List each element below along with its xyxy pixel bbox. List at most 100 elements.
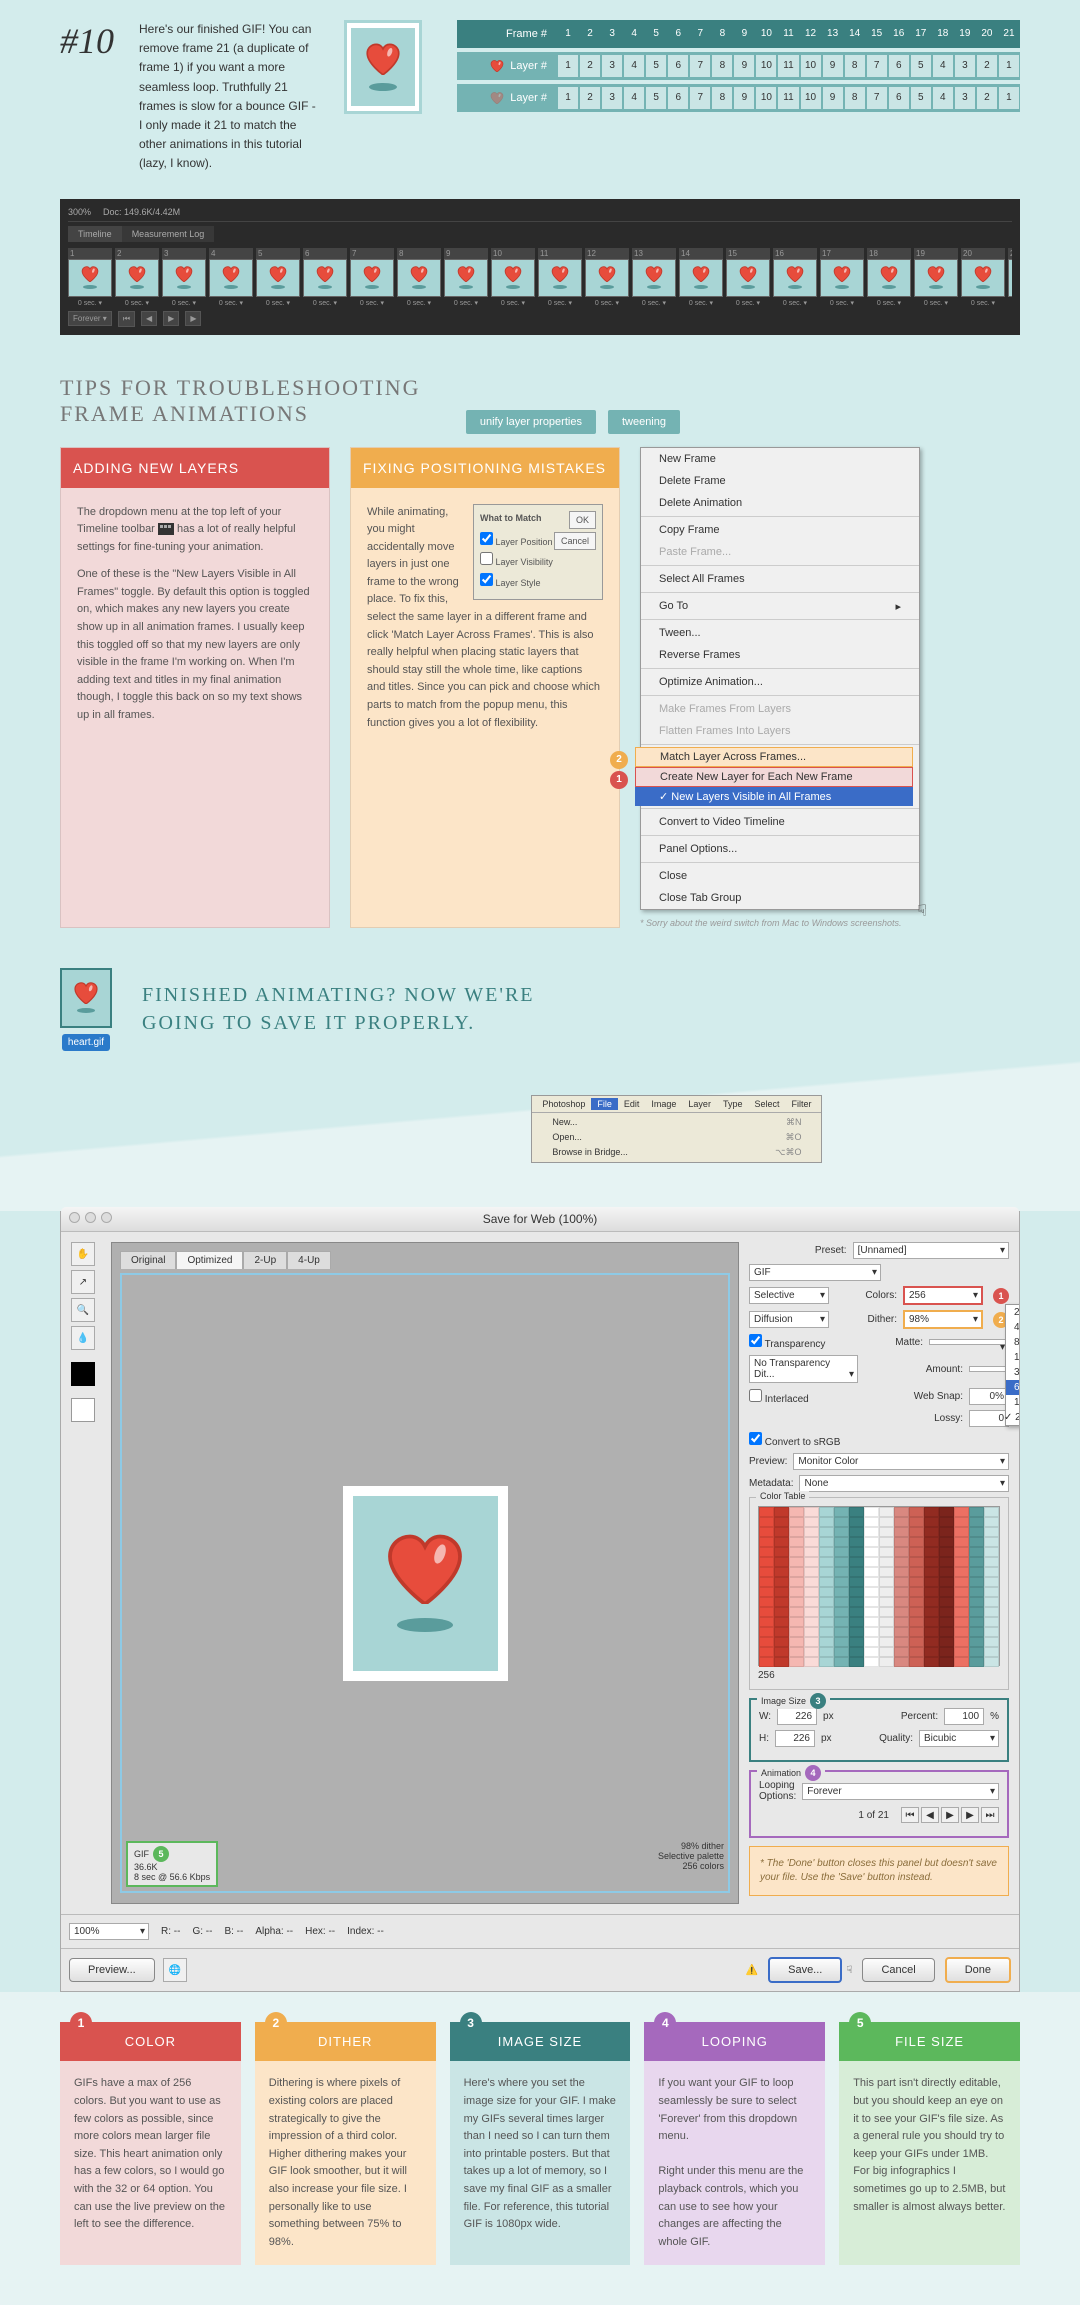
preview-button[interactable]: Preview...: [69, 1958, 155, 1982]
menu-item[interactable]: Select All Frames: [641, 568, 919, 590]
ok-button[interactable]: OK: [569, 511, 596, 529]
menu-item[interactable]: Convert to Video Timeline: [641, 811, 919, 833]
menu-item[interactable]: 1Create New Layer for Each New Frame: [635, 767, 913, 787]
preview-select[interactable]: Monitor Color: [793, 1453, 1009, 1470]
timeline-frame[interactable]: 170 sec. ▾: [820, 248, 864, 307]
menubar-item[interactable]: Image: [645, 1098, 682, 1110]
menubar-item[interactable]: Photoshop: [536, 1098, 591, 1110]
colors-option[interactable]: 128: [1006, 1395, 1020, 1410]
dither-input[interactable]: 98%: [903, 1310, 983, 1329]
loop-dropdown[interactable]: Forever ▾: [68, 311, 112, 326]
reduction-select[interactable]: Selective: [749, 1287, 829, 1304]
timeline-frame[interactable]: 210 sec. ▾: [1008, 248, 1012, 307]
matte-select[interactable]: [929, 1339, 1009, 1345]
next-frame-button[interactable]: ▶: [185, 311, 201, 326]
cancel-button[interactable]: Cancel: [554, 532, 596, 550]
layer-visibility-checkbox[interactable]: [480, 552, 493, 565]
menu-item[interactable]: New Frame: [641, 448, 919, 470]
timeline-frame[interactable]: 60 sec. ▾: [303, 248, 347, 307]
prev-frame-button[interactable]: ◀: [141, 311, 157, 326]
timeline-frame[interactable]: 180 sec. ▾: [867, 248, 911, 307]
menu-item[interactable]: 2Match Layer Across Frames...: [635, 747, 913, 767]
play-button[interactable]: ▶: [163, 311, 179, 326]
last-frame-button[interactable]: ⏭: [981, 1807, 999, 1823]
timeline-frame[interactable]: 100 sec. ▾: [491, 248, 535, 307]
tab-optimized[interactable]: Optimized: [176, 1251, 243, 1269]
colors-option[interactable]: 8: [1006, 1335, 1020, 1350]
interlaced-checkbox[interactable]: [749, 1389, 762, 1402]
colors-option[interactable]: 2: [1006, 1305, 1020, 1320]
colors-option[interactable]: 16: [1006, 1350, 1020, 1365]
timeline-frame[interactable]: 80 sec. ▾: [397, 248, 441, 307]
colors-option[interactable]: 64: [1006, 1380, 1020, 1395]
hand-tool[interactable]: ✋: [71, 1242, 95, 1266]
timeline-frame[interactable]: 70 sec. ▾: [350, 248, 394, 307]
timeline-frame[interactable]: 10 sec. ▾: [68, 248, 112, 307]
timeline-zoom[interactable]: 300%: [68, 207, 91, 217]
next-frame-button[interactable]: ▶: [961, 1807, 979, 1823]
menu-item[interactable]: Reverse Frames: [641, 644, 919, 666]
done-button[interactable]: Done: [945, 1957, 1011, 1983]
timeline-frame[interactable]: 30 sec. ▾: [162, 248, 206, 307]
height-input[interactable]: 226: [775, 1730, 815, 1747]
timeline-frame[interactable]: 140 sec. ▾: [679, 248, 723, 307]
tab-measurement-log[interactable]: Measurement Log: [122, 226, 215, 242]
layer-position-checkbox[interactable]: [480, 532, 493, 545]
menu-item[interactable]: Copy Frame: [641, 519, 919, 541]
timeline-frame[interactable]: 120 sec. ▾: [585, 248, 629, 307]
zoom-icon[interactable]: [101, 1212, 112, 1223]
format-select[interactable]: GIF: [749, 1264, 881, 1281]
trans-dither-select[interactable]: No Transparency Dit...: [749, 1355, 858, 1383]
menu-item[interactable]: Delete Animation: [641, 492, 919, 514]
menu-item[interactable]: Optimize Animation...: [641, 671, 919, 693]
foreground-swatch[interactable]: [71, 1362, 95, 1386]
save-button[interactable]: Save...: [768, 1957, 842, 1983]
menu-item[interactable]: Tween...: [641, 622, 919, 644]
timeline-frame[interactable]: 150 sec. ▾: [726, 248, 770, 307]
percent-input[interactable]: 100: [944, 1708, 984, 1725]
menubar-item[interactable]: Filter: [785, 1098, 817, 1110]
menu-item[interactable]: Paste Frame...: [641, 541, 919, 563]
looping-select[interactable]: Forever: [802, 1783, 999, 1800]
tab-4up[interactable]: 4-Up: [287, 1251, 331, 1269]
tab-original[interactable]: Original: [120, 1251, 176, 1269]
timeline-frame[interactable]: 160 sec. ▾: [773, 248, 817, 307]
timeline-frame[interactable]: 90 sec. ▾: [444, 248, 488, 307]
timeline-frame[interactable]: 40 sec. ▾: [209, 248, 253, 307]
menu-item[interactable]: New...⌘N: [532, 1115, 821, 1130]
play-button[interactable]: ▶: [941, 1807, 959, 1823]
menu-item[interactable]: Go To▸: [641, 595, 919, 617]
cancel-button[interactable]: Cancel: [862, 1958, 934, 1982]
menu-item[interactable]: Panel Options...: [641, 838, 919, 860]
menu-item[interactable]: Open...⌘O: [532, 1130, 821, 1145]
menu-item[interactable]: Make Frames From Layers: [641, 698, 919, 720]
zoom-tool[interactable]: 🔍: [71, 1298, 95, 1322]
footer-zoom[interactable]: 100%: [69, 1923, 149, 1940]
timeline-frame[interactable]: 190 sec. ▾: [914, 248, 958, 307]
colors-option[interactable]: 32: [1006, 1365, 1020, 1380]
menubar-item[interactable]: Type: [717, 1098, 749, 1110]
timeline-frame[interactable]: 130 sec. ▾: [632, 248, 676, 307]
tab-2up[interactable]: 2-Up: [243, 1251, 287, 1269]
eyedropper-tool[interactable]: 💧: [71, 1326, 95, 1350]
colors-option[interactable]: 256: [1006, 1410, 1020, 1425]
menu-item[interactable]: Flatten Frames Into Layers: [641, 720, 919, 742]
background-swatch[interactable]: [71, 1398, 95, 1422]
browser-icon[interactable]: 🌐: [163, 1958, 187, 1982]
srgb-checkbox[interactable]: [749, 1432, 762, 1445]
menubar-item[interactable]: Select: [748, 1098, 785, 1110]
menu-item[interactable]: Close Tab Group: [641, 887, 919, 909]
menu-item[interactable]: ✓ New Layers Visible in All Frames: [635, 787, 913, 806]
menu-item[interactable]: Delete Frame: [641, 470, 919, 492]
slice-tool[interactable]: ↗: [71, 1270, 95, 1294]
timeline-frame[interactable]: 20 sec. ▾: [115, 248, 159, 307]
dither-method-select[interactable]: Diffusion: [749, 1311, 829, 1328]
menubar-item[interactable]: File: [591, 1098, 618, 1110]
first-frame-button[interactable]: ⏮: [118, 311, 135, 327]
websnap-input[interactable]: 0%: [969, 1388, 1009, 1405]
layer-style-checkbox[interactable]: [480, 573, 493, 586]
quality-select[interactable]: Bicubic: [919, 1730, 999, 1747]
menubar-item[interactable]: Layer: [682, 1098, 717, 1110]
menu-item[interactable]: Browse in Bridge...⌥⌘O: [532, 1145, 821, 1160]
timeline-frame[interactable]: 50 sec. ▾: [256, 248, 300, 307]
